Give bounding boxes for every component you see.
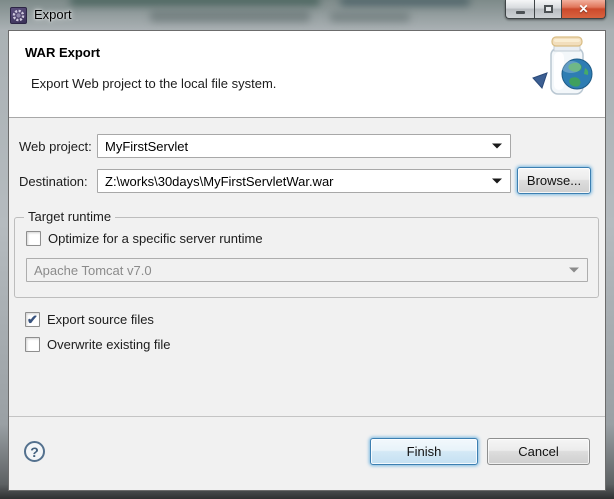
finish-button-label: Finish: [406, 444, 442, 459]
cancel-button[interactable]: Cancel: [487, 438, 590, 465]
export-source-files-checkbox[interactable]: ✔: [25, 312, 40, 327]
optimize-runtime-label: Optimize for a specific server runtime: [48, 231, 263, 246]
glass-blur-decoration: [330, 12, 410, 22]
button-bar: ? Finish Cancel: [9, 416, 605, 490]
cancel-button-label: Cancel: [518, 444, 559, 459]
glass-blur-decoration: [340, 0, 470, 6]
overwrite-existing-file-checkbox[interactable]: [25, 337, 40, 352]
export-source-files-label: Export source files: [47, 312, 154, 327]
web-project-combobox[interactable]: MyFirstServlet: [97, 134, 511, 158]
target-runtime-group-label: Target runtime: [24, 209, 116, 224]
target-runtime-group: Target runtime Optimize for a specific s…: [14, 209, 599, 298]
chevron-down-icon: [492, 143, 502, 149]
export-dialog-window: Export ✕ WAR Export Export Web project t…: [0, 0, 614, 499]
dialog-content: WAR Export Export Web project to the loc…: [8, 30, 606, 491]
minimize-button[interactable]: [505, 0, 534, 19]
destination-value: Z:\works\30days\MyFirstServletWar.war: [105, 173, 334, 189]
browse-button[interactable]: Browse...: [517, 167, 591, 194]
optimize-runtime-checkbox-row[interactable]: Optimize for a specific server runtime: [26, 231, 263, 246]
help-icon[interactable]: ?: [24, 441, 45, 462]
destination-label: Destination:: [19, 174, 88, 189]
web-project-label: Web project:: [19, 139, 92, 154]
destination-combobox[interactable]: Z:\works\30days\MyFirstServletWar.war: [97, 169, 511, 193]
wizard-header: WAR Export Export Web project to the loc…: [9, 31, 605, 118]
web-project-value: MyFirstServlet: [105, 138, 189, 154]
page-title: WAR Export: [25, 45, 101, 60]
close-icon: ✕: [578, 2, 589, 16]
close-button[interactable]: ✕: [561, 0, 606, 19]
runtime-value: Apache Tomcat v7.0: [34, 262, 152, 278]
export-source-files-row[interactable]: ✔ Export source files: [25, 312, 154, 327]
optimize-runtime-checkbox[interactable]: [26, 231, 41, 246]
page-description: Export Web project to the local file sys…: [31, 76, 277, 91]
browse-button-label: Browse...: [526, 173, 582, 188]
war-jar-globe-icon: [527, 34, 599, 104]
window-title: Export: [34, 7, 72, 22]
export-wizard-icon: [10, 7, 27, 24]
glass-blur-decoration: [70, 0, 320, 6]
finish-button[interactable]: Finish: [370, 438, 478, 465]
overwrite-existing-file-row[interactable]: Overwrite existing file: [25, 337, 171, 352]
overwrite-existing-file-label: Overwrite existing file: [47, 337, 171, 352]
minimize-icon: [515, 10, 525, 14]
maximize-button[interactable]: [534, 0, 561, 19]
window-controls: ✕: [505, 0, 606, 19]
glass-blur-decoration: [150, 10, 310, 22]
chevron-down-icon: [492, 178, 502, 184]
titlebar: Export ✕: [0, 0, 614, 30]
maximize-icon: [543, 5, 553, 13]
chevron-down-icon: [569, 267, 579, 273]
runtime-combobox: Apache Tomcat v7.0: [26, 258, 588, 282]
